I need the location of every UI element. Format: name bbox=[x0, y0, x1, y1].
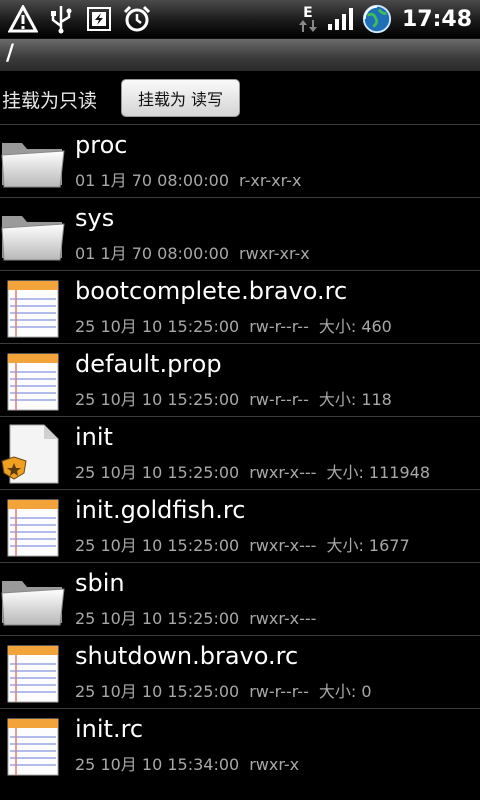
file-date: 25 10月 10 15:34:00 bbox=[75, 755, 240, 774]
mount-read-write-button[interactable]: 挂载为 读写 bbox=[121, 79, 240, 117]
file-date: 25 10月 10 15:25:00 bbox=[75, 682, 240, 701]
file-name: proc bbox=[75, 131, 128, 159]
usb-debugging-icon[interactable] bbox=[84, 4, 114, 34]
file-permissions: rwxr-x--- bbox=[249, 536, 317, 555]
text-file-icon bbox=[0, 494, 66, 560]
folder-icon bbox=[0, 129, 66, 195]
file-name: init.goldfish.rc bbox=[75, 496, 246, 524]
current-path: / bbox=[6, 41, 15, 66]
file-permissions: rwxr-x--- bbox=[249, 609, 317, 628]
file-permissions: rwxr-xr-x bbox=[239, 244, 310, 263]
folder-icon bbox=[0, 202, 66, 268]
file-meta: 01 1月 70 08:00:00 rwxr-xr-x bbox=[75, 240, 330, 264]
file-meta: 25 10月 10 15:34:00 rwxr-x bbox=[75, 751, 319, 775]
file-permissions: rw-r--r-- bbox=[249, 317, 309, 336]
warning-icon[interactable] bbox=[8, 4, 38, 34]
system-icons: E 17:48 bbox=[296, 3, 472, 35]
file-size: 大小: 460 bbox=[318, 317, 392, 336]
usb-icon[interactable] bbox=[46, 4, 76, 34]
file-name: shutdown.bravo.rc bbox=[75, 642, 299, 670]
file-date: 25 10月 10 15:25:00 bbox=[75, 390, 240, 409]
file-name: bootcomplete.bravo.rc bbox=[75, 277, 348, 305]
executable-file-icon bbox=[0, 421, 66, 487]
file-size: 大小: 0 bbox=[318, 682, 372, 701]
file-name: sbin bbox=[75, 569, 125, 597]
file-name: init.rc bbox=[75, 715, 144, 743]
file-date: 01 1月 70 08:00:00 bbox=[75, 171, 230, 190]
file-meta: 25 10月 10 15:25:00 rwxr-x--- bbox=[75, 605, 336, 629]
network-type-label: E bbox=[303, 5, 313, 21]
file-size: 大小: 1677 bbox=[326, 536, 410, 555]
file-name: sys bbox=[75, 204, 115, 232]
file-date: 25 10月 10 15:25:00 bbox=[75, 463, 240, 482]
clock: 17:48 bbox=[401, 6, 472, 32]
notification-icons bbox=[8, 3, 152, 35]
list-item[interactable]: default.prop 25 10月 10 15:25:00 rw-r--r--… bbox=[0, 343, 480, 416]
file-permissions: rwxr-x--- bbox=[249, 463, 317, 482]
file-date: 25 10月 10 15:25:00 bbox=[75, 536, 240, 555]
list-item[interactable]: init.rc 25 10月 10 15:34:00 rwxr-x bbox=[0, 708, 480, 781]
signal-strength-icon bbox=[326, 4, 356, 34]
file-name: init bbox=[75, 423, 113, 451]
file-name: default.prop bbox=[75, 350, 222, 378]
text-file-icon bbox=[0, 640, 66, 706]
file-date: 25 10月 10 15:25:00 bbox=[75, 609, 240, 628]
file-size: 大小: 111948 bbox=[326, 463, 431, 482]
list-item[interactable]: sys 01 1月 70 08:00:00 rwxr-xr-x bbox=[0, 197, 480, 270]
text-file-icon bbox=[0, 713, 66, 779]
list-item[interactable]: init 25 10月 10 15:25:00 rwxr-x--- 大小: 1119… bbox=[0, 416, 480, 489]
file-meta: 25 10月 10 15:25:00 rw-r--r-- 大小: 118 bbox=[75, 386, 402, 410]
file-meta: 01 1月 70 08:00:00 r-xr-xr-x bbox=[75, 167, 321, 191]
file-meta: 25 10月 10 15:25:00 rwxr-x--- 大小: 1677 bbox=[75, 532, 420, 556]
text-file-icon bbox=[0, 275, 66, 341]
mount-row: 挂载为只读 挂载为 读写 bbox=[0, 72, 480, 124]
list-item[interactable]: proc 01 1月 70 08:00:00 r-xr-xr-x bbox=[0, 124, 480, 197]
list-item[interactable]: sbin 25 10月 10 15:25:00 rwxr-x--- bbox=[0, 562, 480, 635]
status-bar: E 17:48 bbox=[0, 0, 480, 39]
file-date: 01 1月 70 08:00:00 bbox=[75, 244, 230, 263]
file-permissions: r-xr-xr-x bbox=[239, 171, 302, 190]
file-date: 25 10月 10 15:25:00 bbox=[75, 317, 240, 336]
file-meta: 25 10月 10 15:25:00 rw-r--r-- 大小: 0 bbox=[75, 678, 382, 702]
list-item[interactable]: shutdown.bravo.rc 25 10月 10 15:25:00 rw-r… bbox=[0, 635, 480, 708]
file-permissions: rw-r--r-- bbox=[249, 682, 309, 701]
path-bar: / bbox=[0, 39, 480, 71]
globe-sync-icon bbox=[362, 4, 392, 34]
data-network-icon: E bbox=[296, 4, 320, 34]
folder-icon bbox=[0, 567, 66, 633]
file-permissions: rwxr-x bbox=[249, 755, 300, 774]
file-size: 大小: 118 bbox=[318, 390, 392, 409]
list-item[interactable]: init.goldfish.rc 25 10月 10 15:25:00 rwxr-… bbox=[0, 489, 480, 562]
mount-status-label: 挂载为只读 bbox=[2, 90, 98, 112]
list-item[interactable]: bootcomplete.bravo.rc 25 10月 10 15:25:00… bbox=[0, 270, 480, 343]
file-meta: 25 10月 10 15:25:00 rw-r--r-- 大小: 460 bbox=[75, 313, 402, 337]
file-list: proc 01 1月 70 08:00:00 r-xr-xr-x sys 01 1… bbox=[0, 124, 480, 800]
text-file-icon bbox=[0, 348, 66, 414]
file-meta: 25 10月 10 15:25:00 rwxr-x--- 大小: 111948 bbox=[75, 459, 440, 483]
alarm-clock-icon[interactable] bbox=[122, 4, 152, 34]
file-permissions: rw-r--r-- bbox=[249, 390, 309, 409]
